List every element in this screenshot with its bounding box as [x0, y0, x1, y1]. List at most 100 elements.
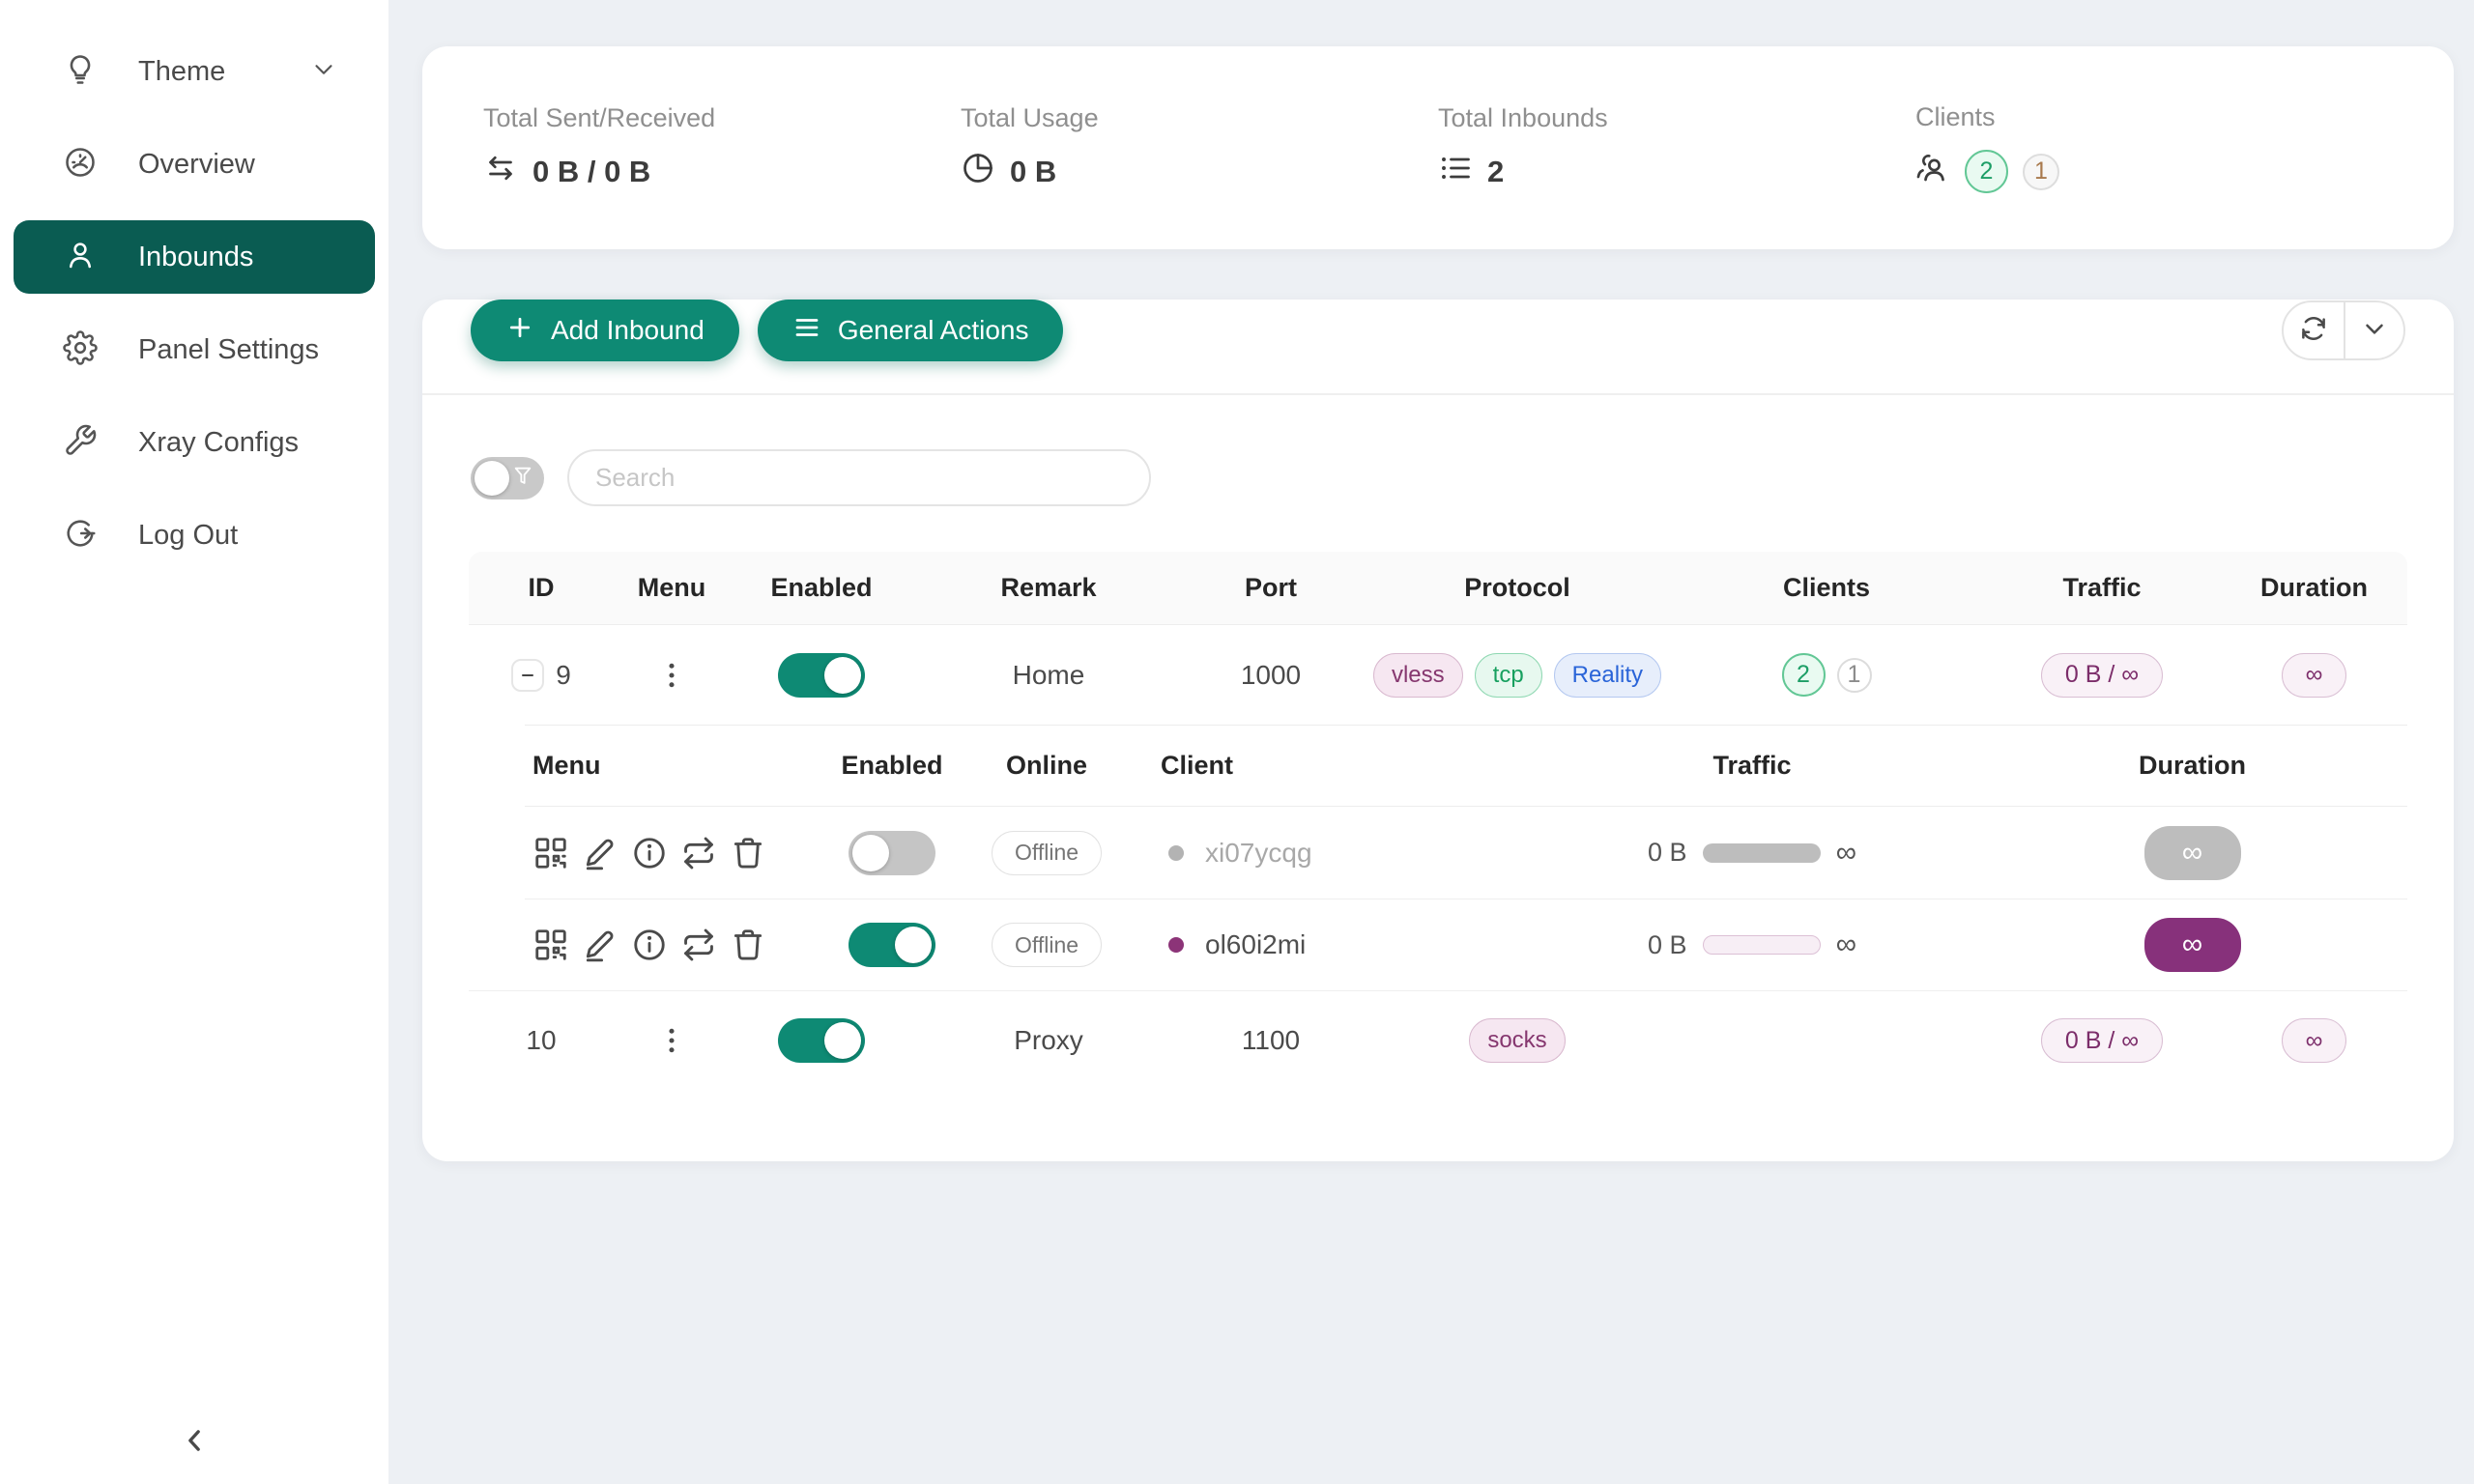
inbound-enabled-toggle[interactable] [778, 1018, 865, 1063]
stat-label: Clients [1915, 102, 2393, 132]
stat-label: Total Inbounds [1438, 103, 1915, 133]
refresh-dropdown-button[interactable] [2344, 302, 2403, 358]
duration-badge: ∞ [2282, 1018, 2347, 1063]
refresh-button[interactable] [2284, 302, 2344, 358]
subcol-header-client: Client [1153, 751, 1520, 781]
sidebar-item-label: Inbounds [138, 242, 253, 273]
subcol-header-online: Online [940, 751, 1153, 781]
add-inbound-button[interactable]: Add Inbound [471, 300, 739, 361]
clients-sub-table: Menu Enabled Online Client Traffic Durat… [525, 725, 2407, 990]
sidebar: Theme Overview Inbounds Panel Settings X… [0, 0, 388, 1484]
duration-badge: ∞ [2144, 826, 2241, 880]
chevron-left-icon [175, 1421, 214, 1465]
subcol-header-traffic: Traffic [1520, 751, 1984, 781]
stats-card: Total Sent/Received 0 B / 0 B Total Usag… [422, 46, 2454, 249]
client-row: Offline ol60i2mi 0 B ∞ ∞ [525, 899, 2407, 990]
menu-lines-icon [792, 313, 821, 349]
sidebar-item-label: Log Out [138, 520, 238, 552]
qr-code-icon[interactable] [532, 835, 569, 871]
table-header-row: ID Menu Enabled Remark Port Protocol Cli… [469, 552, 2407, 625]
info-icon[interactable] [631, 927, 668, 963]
inbound-port: 1100 [1184, 1025, 1358, 1056]
gauge-icon [63, 145, 98, 185]
subcol-header-duration: Duration [1984, 751, 2401, 781]
info-icon[interactable] [631, 835, 668, 871]
col-header-id: ID [469, 573, 614, 603]
stat-label: Total Sent/Received [483, 103, 961, 133]
traffic-limit: ∞ [1836, 928, 1856, 961]
inbounds-panel: Add Inbound General Actions [422, 300, 2454, 1161]
col-header-menu: Menu [614, 573, 730, 603]
col-header-remark: Remark [913, 573, 1184, 603]
stat-value: 0 B [1010, 155, 1056, 189]
inbound-port: 1000 [1184, 660, 1358, 691]
duration-badge: ∞ [2144, 918, 2241, 972]
logout-icon [63, 516, 98, 556]
row-menu-button[interactable] [654, 658, 689, 693]
clients-deactive-badge: 1 [2023, 154, 2059, 190]
sidebar-item-label: Xray Configs [138, 427, 299, 459]
sidebar-item-theme[interactable]: Theme [14, 35, 375, 108]
wrench-icon [63, 423, 98, 463]
traffic-used: 0 B [1648, 838, 1687, 868]
list-icon [1438, 151, 1473, 193]
client-enabled-toggle[interactable] [849, 831, 935, 875]
clients-active-badge: 2 [1965, 150, 2008, 193]
traffic-used: 0 B [1648, 930, 1687, 960]
add-inbound-label: Add Inbound [551, 315, 705, 346]
col-header-traffic: Traffic [1976, 573, 2228, 603]
traffic-progress-bar [1703, 843, 1821, 863]
edit-icon[interactable] [582, 927, 618, 963]
row-menu-button[interactable] [654, 1023, 689, 1058]
duration-badge: ∞ [2282, 653, 2347, 698]
person-icon [63, 238, 98, 277]
stat-total-usage: Total Usage 0 B [961, 103, 1438, 193]
sidebar-item-log-out[interactable]: Log Out [14, 499, 375, 572]
col-header-port: Port [1184, 573, 1358, 603]
edit-icon[interactable] [582, 835, 618, 871]
inbound-enabled-toggle[interactable] [778, 653, 865, 698]
client-name: xi07ycqg [1205, 838, 1312, 869]
table-row: 10 Proxy 1100 socks 0 B / ∞ ∞ [469, 990, 2407, 1090]
stat-value: 2 [1487, 155, 1504, 189]
delete-icon[interactable] [730, 835, 766, 871]
client-enabled-toggle[interactable] [849, 923, 935, 967]
traffic-progress-bar [1703, 935, 1821, 955]
inbound-remark: Home [913, 660, 1184, 691]
stat-value: 0 B / 0 B [532, 155, 650, 189]
sidebar-item-panel-settings[interactable]: Panel Settings [14, 313, 375, 386]
pie-icon [961, 151, 995, 193]
traffic-badge: 0 B / ∞ [2041, 653, 2163, 698]
client-row: Offline xi07ycqg 0 B ∞ ∞ [525, 807, 2407, 899]
sidebar-item-inbounds[interactable]: Inbounds [14, 220, 375, 294]
qr-code-icon[interactable] [532, 927, 569, 963]
inbound-remark: Proxy [913, 1025, 1184, 1056]
filter-toggle[interactable] [471, 457, 544, 499]
sidebar-item-overview[interactable]: Overview [14, 128, 375, 201]
stat-label: Total Usage [961, 103, 1438, 133]
sidebar-item-xray-configs[interactable]: Xray Configs [14, 406, 375, 479]
reset-traffic-icon[interactable] [680, 927, 717, 963]
traffic-limit: ∞ [1836, 837, 1856, 870]
reset-traffic-icon[interactable] [680, 835, 717, 871]
search-row [471, 449, 2405, 506]
subcol-header-menu: Menu [525, 751, 844, 781]
delete-icon[interactable] [730, 927, 766, 963]
sidebar-collapse-button[interactable] [0, 1421, 388, 1465]
general-actions-button[interactable]: General Actions [758, 300, 1064, 361]
sidebar-item-label: Overview [138, 149, 255, 181]
sidebar-item-label: Theme [138, 56, 225, 88]
collapse-row-button[interactable] [511, 659, 544, 692]
plus-icon [505, 313, 534, 349]
protocol-tag: socks [1469, 1018, 1565, 1063]
general-actions-label: General Actions [838, 315, 1029, 346]
inbound-id: 9 [556, 660, 571, 691]
online-status-badge: Offline [992, 831, 1102, 875]
client-name: ol60i2mi [1205, 929, 1306, 960]
toolbar: Add Inbound General Actions [471, 300, 2405, 361]
clients-active-badge: 2 [1782, 653, 1826, 697]
col-header-protocol: Protocol [1358, 573, 1677, 603]
inbounds-table: ID Menu Enabled Remark Port Protocol Cli… [469, 552, 2407, 1090]
search-input[interactable] [567, 449, 1151, 506]
client-color-dot [1168, 937, 1184, 953]
